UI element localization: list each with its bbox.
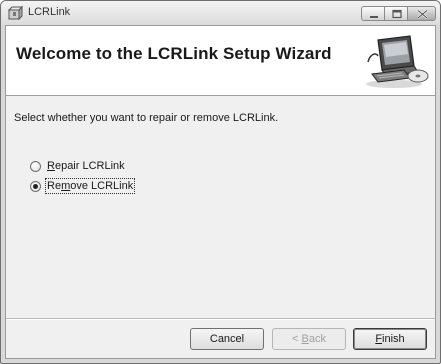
repair-radio[interactable] [30, 160, 41, 172]
window-title: LCRLink [28, 6, 71, 18]
instruction-text: Select whether you want to repair or rem… [14, 112, 279, 124]
minimize-button[interactable] [361, 6, 385, 21]
setup-wizard-window: LCRLink Welcome to the LCRLink Setup Wiz… [0, 0, 441, 364]
remove-label[interactable]: Remove LCRLink [44, 178, 136, 194]
footer-divider [6, 318, 435, 320]
back-button[interactable]: < Back [272, 328, 346, 350]
maximize-button[interactable] [384, 6, 408, 21]
computer-with-disc-icon [366, 35, 429, 88]
repair-option[interactable]: Repair LCRLink [30, 158, 125, 174]
repair-label[interactable]: Repair LCRLink [47, 160, 125, 172]
remove-radio[interactable] [30, 180, 41, 192]
minimize-icon [370, 16, 378, 18]
setup-package-icon [7, 5, 23, 21]
maximize-icon [392, 9, 402, 19]
close-button[interactable] [407, 6, 436, 21]
wizard-client-area: Welcome to the LCRLink Setup Wizard Sele… [5, 25, 436, 359]
cancel-button[interactable]: Cancel [190, 328, 264, 350]
finish-button[interactable]: Finish [353, 328, 427, 350]
close-icon [417, 9, 428, 19]
remove-option[interactable]: Remove LCRLink [30, 178, 136, 194]
wizard-banner: Welcome to the LCRLink Setup Wizard [6, 26, 435, 96]
title-bar[interactable]: LCRLink [1, 1, 440, 25]
banner-heading: Welcome to the LCRLink Setup Wizard [16, 44, 332, 63]
